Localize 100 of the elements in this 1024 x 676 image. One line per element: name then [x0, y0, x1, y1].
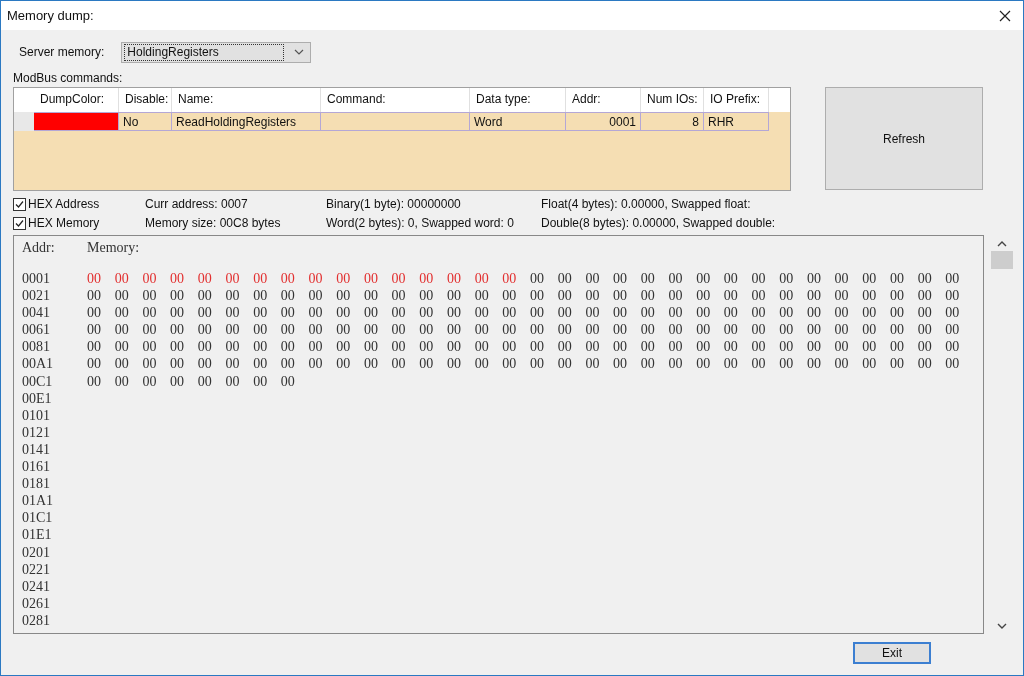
checkbox-label[interactable]: HEX Address: [28, 197, 100, 211]
byte-value: 00: [502, 321, 517, 339]
info-text: Double(8 bytes): 0.00000, Swapped double:: [541, 216, 776, 230]
info-text: Float(4 bytes): 0.00000, Swapped float:: [541, 197, 752, 211]
column-header[interactable]: Name:: [172, 88, 321, 112]
byte-value: 00: [530, 304, 544, 322]
memory-header: Memory:: [87, 240, 140, 257]
byte-value: 00: [585, 321, 600, 339]
dump-color-cell[interactable]: [34, 112, 119, 131]
byte-value: 00: [862, 321, 877, 339]
byte-value: 00: [862, 338, 877, 356]
info-text: Word(2 bytes): 0, Swapped word: 0: [326, 216, 515, 230]
byte-value: 00: [751, 304, 766, 322]
byte-value: 00: [640, 270, 655, 288]
table-cell[interactable]: 0001: [566, 112, 641, 131]
scroll-thumb[interactable]: [991, 251, 1013, 269]
byte-value: 00: [280, 355, 295, 373]
byte-value: 00: [806, 321, 821, 339]
byte-value: 00: [87, 355, 101, 373]
byte-value: 00: [557, 270, 572, 288]
byte-value: 00: [723, 270, 738, 288]
byte-value: 00: [945, 287, 960, 305]
byte-value: 00: [474, 304, 489, 322]
column-header[interactable]: Command:: [321, 88, 470, 112]
byte-value: 00: [557, 321, 572, 339]
column-header[interactable]: Data type:: [470, 88, 566, 112]
byte-value: 00: [87, 372, 101, 390]
byte-value: 00: [170, 355, 185, 373]
byte-value: 00: [834, 270, 849, 288]
byte-value: 00: [779, 287, 794, 305]
exit-button[interactable]: Exit: [853, 642, 931, 664]
address-text: 0201: [22, 543, 51, 561]
byte-value: 00: [474, 338, 489, 356]
chevron-down-icon[interactable]: [997, 623, 1007, 629]
byte-value: 00: [696, 304, 711, 322]
byte-value: 00: [917, 287, 932, 305]
byte-value: 00: [142, 287, 157, 305]
byte-value: 00: [363, 270, 378, 288]
byte-value: 00: [585, 287, 600, 305]
byte-value: 00: [170, 372, 185, 390]
byte-value: 00: [446, 287, 461, 305]
server-memory-dropdown[interactable]: HoldingRegisters: [121, 41, 312, 63]
byte-value: 00: [336, 304, 351, 322]
checkbox[interactable]: [13, 197, 26, 211]
byte-value: 00: [640, 321, 655, 339]
byte-value: 00: [723, 355, 738, 373]
byte-value: 00: [917, 270, 932, 288]
close-icon[interactable]: [999, 9, 1011, 22]
column-header[interactable]: Disable:: [119, 88, 172, 112]
byte-value: 00: [336, 287, 351, 305]
byte-value: 00: [142, 355, 157, 373]
address-text: 0241: [22, 577, 51, 595]
byte-value: 00: [197, 372, 212, 390]
byte-value: 00: [585, 304, 600, 322]
byte-value: 00: [308, 321, 323, 339]
byte-value: 00: [502, 287, 517, 305]
byte-value: 00: [419, 270, 434, 288]
addr-header: Addr:: [22, 240, 56, 257]
byte-value: 00: [862, 270, 877, 288]
column-header[interactable]: IO Prefix:: [704, 88, 769, 112]
table-cell[interactable]: No: [119, 112, 172, 131]
checkbox-label[interactable]: HEX Memory: [28, 216, 100, 230]
refresh-button[interactable]: Refresh: [825, 87, 983, 190]
table-cell[interactable]: 8: [641, 112, 704, 131]
byte-value: 00: [945, 338, 960, 356]
chevron-up-icon[interactable]: [997, 241, 1007, 247]
address-text: 01E1: [22, 526, 53, 544]
chevron-down-icon: [294, 49, 305, 55]
byte-value: 00: [696, 355, 711, 373]
address-text: 0181: [22, 475, 51, 493]
table-cell[interactable]: Word: [470, 112, 566, 131]
byte-value: 00: [806, 287, 821, 305]
byte-value: 00: [308, 270, 323, 288]
table-cell[interactable]: ReadHoldingRegisters: [172, 112, 321, 131]
column-header[interactable]: Num IOs:: [641, 88, 704, 112]
byte-value: 00: [806, 304, 821, 322]
byte-value: 00: [834, 355, 849, 373]
byte-value: 00: [723, 304, 738, 322]
table-cell[interactable]: RHR: [704, 112, 769, 131]
byte-value: 00: [391, 355, 406, 373]
byte-value: 00: [419, 287, 434, 305]
byte-value: 00: [557, 304, 572, 322]
byte-value: 00: [446, 304, 461, 322]
byte-value: 00: [197, 355, 212, 373]
byte-value: 00: [114, 372, 129, 390]
window-title: Memory dump:: [7, 8, 94, 23]
checkbox[interactable]: [13, 216, 26, 230]
byte-value: 00: [253, 372, 268, 390]
empty-table-cell[interactable]: [321, 112, 470, 131]
byte-value: 00: [640, 304, 655, 322]
address-text: 0021: [22, 287, 51, 305]
byte-value: 00: [114, 338, 129, 356]
byte-value: 00: [419, 355, 434, 373]
byte-value: 00: [197, 287, 212, 305]
byte-value: 00: [557, 338, 572, 356]
byte-value: 00: [87, 338, 101, 356]
column-header[interactable]: Addr:: [566, 88, 641, 112]
byte-value: 00: [779, 321, 794, 339]
byte-value: 00: [779, 304, 794, 322]
byte-value: 00: [87, 287, 101, 305]
